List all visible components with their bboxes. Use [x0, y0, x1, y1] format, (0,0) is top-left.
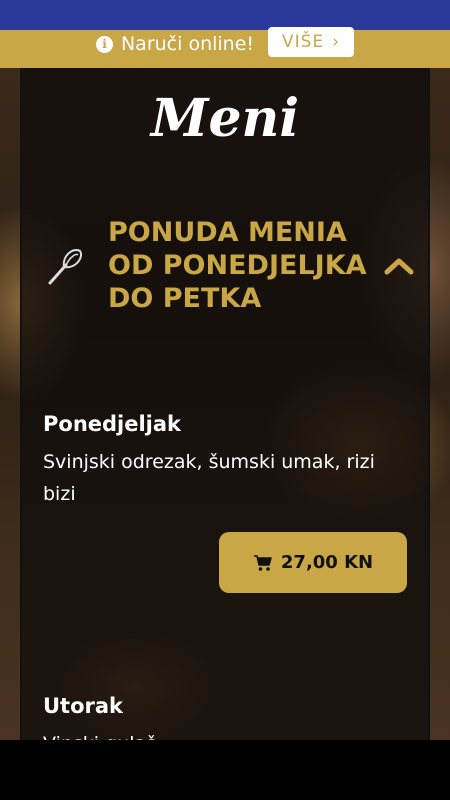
- more-button-label: VIŠE: [282, 32, 325, 52]
- price-label: 27,00 KN: [280, 552, 374, 573]
- notice-text: Naruči online!: [120, 33, 255, 55]
- menu-section-toggle[interactable]: PONUDA MENIA OD PONEDJELJKA DO PETKA: [40, 216, 415, 315]
- add-to-cart-button[interactable]: 27,00 KN: [219, 532, 407, 593]
- system-nav-bar: [0, 740, 450, 800]
- chevron-right-icon: ›: [332, 32, 341, 52]
- section-title: PONUDA MENIA OD PONEDJELJKA DO PETKA: [108, 217, 367, 314]
- day-name: Ponedjeljak: [43, 412, 182, 436]
- page-title: Meni: [150, 88, 300, 149]
- whisk-icon: [48, 248, 82, 284]
- day-name: Utorak: [43, 694, 124, 718]
- menu-panel: [20, 68, 430, 740]
- chevron-up-icon[interactable]: [383, 256, 415, 276]
- order-online-banner: i Naruči online! VIŠE ›: [0, 27, 450, 68]
- more-button[interactable]: VIŠE ›: [268, 27, 355, 57]
- info-icon: i: [95, 35, 113, 53]
- status-bar: [0, 0, 450, 30]
- day-description: Svinjski odrezak, šumski umak, rizi bizi: [43, 451, 375, 505]
- cart-icon: [253, 554, 272, 571]
